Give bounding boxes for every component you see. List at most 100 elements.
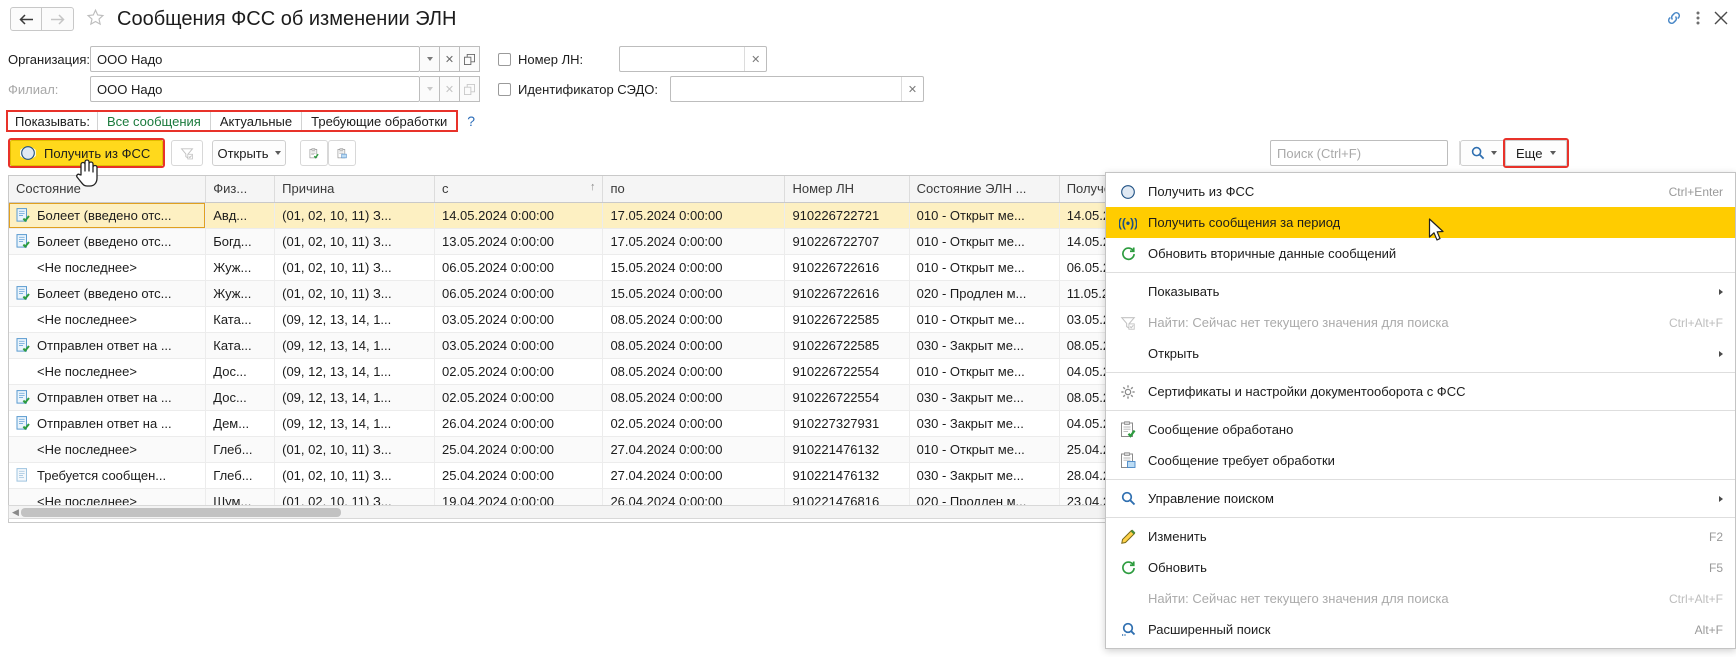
cell-eln_state: 010 - Открыт ме... (909, 436, 1060, 463)
cell-person: Дем... (205, 410, 276, 437)
magnifier-icon (1116, 491, 1140, 506)
more-button[interactable]: Еще (1505, 140, 1568, 166)
menu-item[interactable]: Обновить вторичные данные сообщений (1106, 238, 1735, 269)
column-header-from[interactable]: с ↑ (434, 176, 604, 203)
menu-item[interactable]: Сообщение обработано (1106, 414, 1735, 445)
column-header-to[interactable]: по (602, 176, 786, 203)
menu-item-label: Сообщение обработано (1148, 422, 1294, 437)
menu-item[interactable]: Сообщение требует обработки (1106, 445, 1735, 476)
cell-eln_state: 010 - Открыт ме... (909, 306, 1060, 333)
table-row[interactable]: Отправлен ответ на ... Дем... (09, 12, 13,… (9, 410, 1117, 437)
menu-item[interactable]: Управление поиском (1106, 483, 1735, 514)
show-tab-all[interactable]: Все сообщения (96, 112, 210, 130)
column-header-eln_state[interactable]: Состояние ЭЛН ... (909, 176, 1060, 203)
cell-ln: 910226722554 (784, 384, 910, 411)
table-row[interactable]: <Не последнее> Жуж... (01, 02, 10, 11) З..… (9, 254, 1117, 281)
table-row[interactable]: Болеет (введено отс... Богд... (01, 02, 10… (9, 228, 1117, 255)
branch-dropdown-button[interactable] (420, 76, 440, 102)
menu-item-label: Получить сообщения за период (1148, 215, 1341, 230)
menu-item[interactable]: Получить из ФСС Ctrl+Enter (1106, 176, 1735, 207)
cell-eln_state: 020 - Продлен м... (909, 280, 1060, 307)
cell-state: Отправлен ответ на ... (9, 332, 207, 359)
ln-number-clear-button[interactable]: ✕ (744, 47, 766, 71)
kebab-menu-icon[interactable] (1696, 10, 1700, 29)
page-title: Сообщения ФСС об изменении ЭЛН (117, 7, 457, 30)
mark-processed-button[interactable] (300, 140, 328, 166)
close-icon[interactable] (1714, 11, 1728, 28)
branch-label: Филиал: (8, 81, 59, 97)
menu-item[interactable]: ((•)) Получить сообщения за период (1106, 207, 1735, 238)
menu-item[interactable]: Открыть (1106, 338, 1735, 369)
horizontal-scrollbar[interactable]: ◀ ▶ (8, 505, 1118, 519)
more-dropdown-menu[interactable]: Получить из ФСС Ctrl+Enter ((•)) Получить с… (1105, 172, 1736, 649)
table-row[interactable]: <Не последнее> Глеб... (01, 02, 10, 11) З.… (9, 436, 1117, 463)
scrollbar-thumb[interactable] (21, 508, 341, 517)
show-tab-needs-processing[interactable]: Требующие обработки (301, 112, 457, 130)
magnifier-icon (1471, 146, 1485, 160)
cell-to: 15.05.2024 0:00:00 (602, 280, 786, 307)
menu-item-label: Расширенный поиск (1148, 622, 1271, 637)
menu-item-shortcut: F5 (1708, 560, 1723, 575)
organization-clear-button[interactable]: ✕ (440, 46, 460, 72)
cell-reason: (09, 12, 13, 14, 1... (274, 384, 435, 411)
forward-button[interactable] (42, 7, 74, 31)
cell-ln: 910226722616 (784, 254, 910, 281)
cell-ln: 910226722721 (784, 202, 910, 229)
cell-state: Отправлен ответ на ... (9, 410, 207, 437)
ln-number-checkbox[interactable] (498, 52, 511, 66)
filter-panel: Организация: ООО Надо ✕ Номер ЛН: ✕ Фили… (0, 40, 1736, 108)
show-label: Показывать: (8, 112, 97, 130)
row-state-label: <Не последнее> (37, 259, 137, 275)
row-state-label: Болеет (введено отс... (37, 233, 172, 249)
help-icon[interactable]: ? (467, 110, 475, 132)
table-row[interactable]: Отправлен ответ на ... Ката... (09, 12, 13… (9, 332, 1117, 359)
back-button[interactable] (10, 7, 42, 31)
show-tab-actual[interactable]: Актуальные (209, 112, 302, 130)
cell-ln: 910226722585 (784, 306, 910, 333)
table-row[interactable]: <Не последнее> Дос... (09, 12, 13, 14, 1..… (9, 358, 1117, 385)
refresh-icon (1116, 560, 1140, 575)
menu-item[interactable]: Изменить F2 (1106, 521, 1735, 552)
get-fss-button[interactable]: Получить из ФСС (10, 140, 164, 166)
organization-input[interactable]: ООО Надо (90, 46, 420, 72)
ln-number-filter: Номер ЛН: (498, 52, 583, 67)
sedo-clear-button[interactable]: ✕ (901, 77, 923, 101)
menu-item[interactable]: Показывать (1106, 276, 1735, 307)
filter-button[interactable] (171, 140, 203, 166)
column-header-reason[interactable]: Причина (274, 176, 435, 203)
menu-item[interactable]: Расширенный поиск Alt+F (1106, 614, 1735, 645)
sedo-checkbox[interactable] (498, 82, 511, 96)
table-row[interactable]: <Не последнее> Ката... (09, 12, 13, 14, 1.… (9, 306, 1117, 333)
column-header-label: Номер ЛН (792, 181, 854, 197)
cell-eln_state: 030 - Закрыт ме... (909, 384, 1060, 411)
table-row[interactable]: Отправлен ответ на ... Дос... (09, 12, 13,… (9, 384, 1117, 411)
column-header-person[interactable]: Физ... (205, 176, 276, 203)
scroll-left-arrow-icon[interactable]: ◀ (12, 507, 19, 518)
messages-table[interactable]: Состояние Физ... Причина с ↑ по Номер ЛН Состоя… (8, 175, 1118, 523)
branch-clear-button[interactable]: ✕ (440, 76, 460, 102)
search-button[interactable] (1460, 140, 1508, 166)
get-fss-highlight: Получить из ФСС (8, 138, 166, 168)
link-icon[interactable] (1666, 10, 1682, 29)
search-input[interactable] (1271, 141, 1459, 165)
cell-state: <Не последнее> (9, 358, 207, 385)
menu-item-shortcut: Ctrl+Enter (1668, 184, 1723, 199)
menu-item[interactable]: Обновить F5 (1106, 552, 1735, 583)
column-header-label: с (441, 181, 449, 197)
organization-dropdown-button[interactable] (420, 46, 440, 72)
mark-needs-processing-button[interactable] (328, 140, 356, 166)
column-header-state[interactable]: Состояние (9, 176, 207, 203)
table-row[interactable]: Требуется сообщен... Глеб... (01, 02, 10, … (9, 462, 1117, 489)
column-header-ln[interactable]: Номер ЛН (784, 176, 910, 203)
cell-from: 25.04.2024 0:00:00 (434, 436, 604, 463)
table-row[interactable]: Болеет (введено отс... Авд... (01, 02, 10,… (9, 202, 1117, 229)
organization-select-button[interactable] (460, 46, 480, 72)
ln-number-value-box: ✕ (619, 46, 768, 72)
open-button[interactable]: Открыть (212, 140, 286, 166)
cell-ln: 910226722707 (784, 228, 910, 255)
branch-input[interactable]: ООО Надо (90, 76, 420, 102)
favorite-star-icon[interactable] (86, 8, 105, 31)
branch-select-button[interactable] (460, 76, 480, 102)
menu-item[interactable]: Сертификаты и настройки документооборота… (1106, 376, 1735, 407)
table-row[interactable]: Болеет (введено отс... Жуж... (01, 02, 10,… (9, 280, 1117, 307)
